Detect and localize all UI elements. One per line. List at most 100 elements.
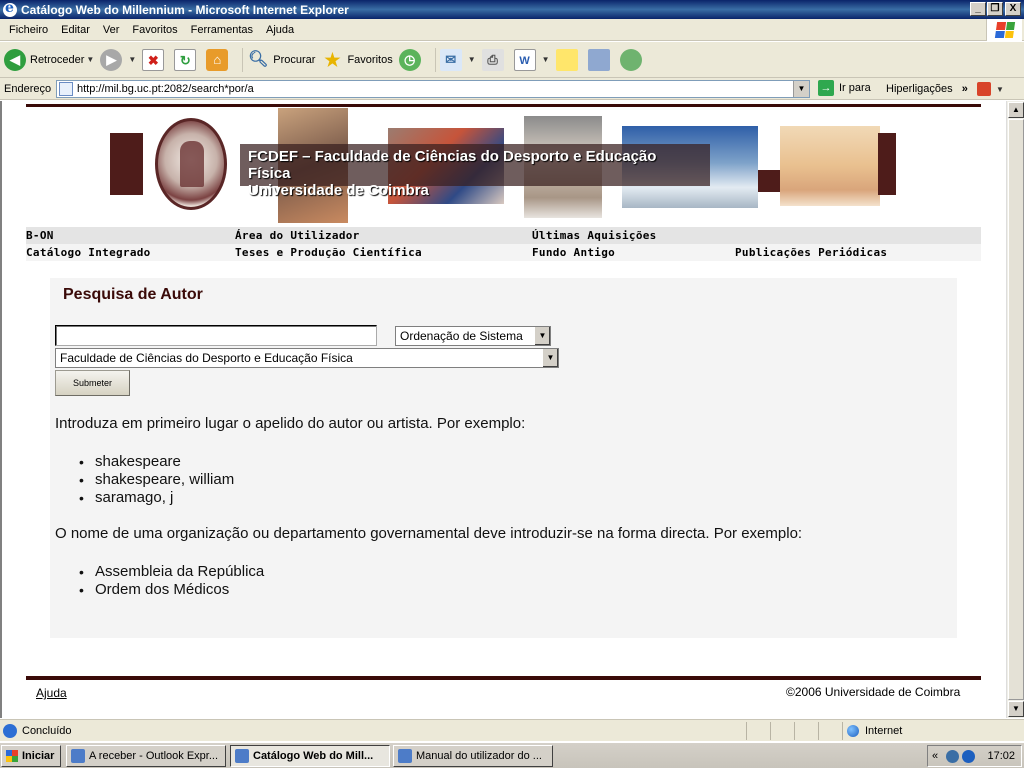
status-pane [794, 722, 818, 740]
close-button[interactable]: X [1005, 2, 1021, 16]
address-bar: Endereço http://mil.bg.uc.pt:2082/search… [0, 78, 1024, 100]
nav-link-publicacoes-periodicas[interactable]: Publicações Periódicas [735, 246, 887, 259]
nav-link-area-utilizador[interactable]: Área do Utilizador [235, 229, 360, 242]
go-button[interactable]: → Ir para [818, 80, 871, 96]
print-button[interactable]: ⎙ [481, 48, 508, 71]
nav-row: Catálogo Integrado Teses e Produção Cien… [26, 244, 981, 261]
acrobat-dropdown-icon[interactable]: ▼ [996, 85, 1004, 94]
menu-favoritos[interactable]: Favoritos [127, 24, 185, 36]
menu-editar[interactable]: Editar [56, 24, 98, 36]
list-item: Assembleia da República [79, 563, 264, 581]
search-button[interactable]: 🔍︎ Procurar [247, 49, 315, 71]
menu-ficheiro[interactable]: Ficheiro [4, 24, 56, 36]
zone-label: Internet [865, 725, 903, 737]
back-button[interactable]: ◀ Retroceder ▼ [4, 48, 94, 71]
taskbar: Iniciar A receber - Outlook Expr... Catá… [0, 742, 1024, 768]
banner-block [878, 133, 896, 195]
messenger-icon [619, 48, 642, 71]
toolbar-separator [434, 47, 436, 72]
address-dropdown-icon[interactable]: ▼ [793, 81, 809, 97]
scroll-thumb[interactable] [1008, 119, 1024, 700]
sort-select[interactable]: Ordenação de Sistema ▼ [395, 326, 551, 346]
menu-ver[interactable]: Ver [98, 24, 128, 36]
history-icon: ◷ [398, 48, 421, 71]
go-arrow-icon: → [818, 80, 834, 96]
favorites-label: Favoritos [347, 53, 393, 66]
search-icon: 🔍︎ [248, 50, 269, 68]
author-instructions: Introduza em primeiro lugar o apelido do… [55, 415, 526, 432]
print-icon: ⎙ [481, 48, 504, 71]
search-label: Procurar [273, 53, 316, 66]
refresh-button[interactable]: ↻ [174, 48, 200, 71]
author-search-input[interactable] [55, 325, 377, 346]
page-title: Pesquisa de Autor [63, 286, 203, 303]
home-button[interactable]: ⌂ [206, 48, 232, 71]
home-icon: ⌂ [206, 48, 229, 71]
address-input[interactable]: http://mil.bg.uc.pt:2082/search*por/a ▼ [56, 80, 810, 98]
acrobat-icon[interactable] [976, 82, 991, 96]
address-url: http://mil.bg.uc.pt:2082/search*por/a [77, 83, 254, 95]
stop-icon: ✖ [142, 48, 165, 71]
windows-logo-icon [986, 19, 1022, 41]
stop-button[interactable]: ✖ [142, 48, 168, 71]
site-navigation: B-ON Área do Utilizador Últimas Aquisiçõ… [26, 227, 981, 261]
links-label: Hiperligações [886, 82, 953, 95]
banner-line-2: Universidade de Coimbra [248, 182, 429, 199]
author-search-panel: Pesquisa de Autor Ordenação de Sistema ▼… [50, 278, 957, 638]
messenger-button[interactable] [619, 48, 646, 71]
minimize-button[interactable]: _ [970, 2, 986, 16]
taskbar-item-catalogo[interactable]: Catálogo Web do Mill... [230, 745, 390, 767]
nav-link-fundo-antigo[interactable]: Fundo Antigo [532, 246, 615, 259]
menu-bar: Ficheiro Editar Ver Favoritos Ferramenta… [0, 19, 1024, 41]
forward-dropdown-icon[interactable]: ▼ [128, 55, 136, 64]
nav-link-catalogo-integrado[interactable]: Catálogo Integrado [26, 246, 151, 259]
chevron-down-icon[interactable]: ▼ [534, 327, 550, 345]
note-icon [555, 48, 578, 71]
network-icon[interactable] [946, 750, 959, 763]
chevron-down-icon[interactable]: ▼ [542, 349, 558, 367]
maximize-button[interactable]: ❐ [987, 2, 1003, 16]
library-select[interactable]: Faculdade de Ciências do Desporto e Educ… [55, 348, 559, 368]
taskbar-item-manual[interactable]: Manual do utilizador do ... [393, 745, 553, 767]
scroll-up-icon[interactable]: ▲ [1008, 102, 1024, 118]
taskbar-item-outlook[interactable]: A receber - Outlook Expr... [66, 745, 226, 767]
list-item: Ordem dos Médicos [79, 581, 264, 599]
links-button[interactable]: Hiperligações » ▼ [886, 82, 1004, 96]
copyright-text: ©2006 Universidade de Coimbra [786, 685, 961, 699]
forward-button[interactable]: ▶ ▼ [100, 48, 136, 71]
start-button[interactable]: Iniciar [1, 745, 61, 767]
banner-line-1: FCDEF – Faculdade de Ciências do Desport… [248, 148, 657, 182]
toolbar-separator [242, 47, 244, 72]
nav-link-ultimas-aquisicoes[interactable]: Últimas Aquisições [532, 229, 657, 242]
organization-example-list: Assembleia da República Ordem dos Médico… [79, 563, 264, 599]
history-button[interactable]: ◷ [398, 48, 425, 71]
page-done-icon [3, 724, 17, 738]
mail-dropdown-icon[interactable]: ▼ [468, 55, 476, 64]
system-tray: « 17:02 [927, 745, 1022, 767]
menu-ferramentas[interactable]: Ferramentas [186, 24, 261, 36]
back-dropdown-icon[interactable]: ▼ [86, 55, 94, 64]
edit-button[interactable]: W ▼ [513, 48, 550, 71]
help-link[interactable]: Ajuda [36, 686, 67, 700]
word-edit-icon: W [513, 48, 536, 71]
favorites-button[interactable]: ★ Favoritos [321, 49, 392, 71]
submit-button[interactable]: Submeter [55, 370, 130, 396]
discuss-button[interactable] [555, 48, 582, 71]
edit-dropdown-icon[interactable]: ▼ [542, 55, 550, 64]
back-arrow-icon: ◀ [4, 48, 26, 71]
menu-ajuda[interactable]: Ajuda [261, 24, 302, 36]
nav-link-b-on[interactable]: B-ON [26, 229, 54, 242]
scroll-down-icon[interactable]: ▼ [1008, 701, 1024, 717]
sort-selected-value: Ordenação de Sistema [400, 329, 523, 343]
nav-link-teses[interactable]: Teses e Produção Científica [235, 246, 422, 259]
vertical-scrollbar[interactable]: ▲ ▼ [1006, 101, 1024, 718]
organization-instructions: O nome de uma organização ou departament… [55, 525, 803, 542]
mail-button[interactable]: ✉ ▼ [439, 48, 476, 71]
footer-rule [26, 676, 981, 680]
banner-block [110, 133, 143, 195]
research-button[interactable] [587, 48, 614, 71]
status-text: Concluído [22, 725, 72, 737]
volleyball-photo [780, 126, 880, 206]
messenger-tray-icon[interactable] [962, 750, 975, 763]
tray-expand-icon[interactable]: « [932, 746, 938, 766]
